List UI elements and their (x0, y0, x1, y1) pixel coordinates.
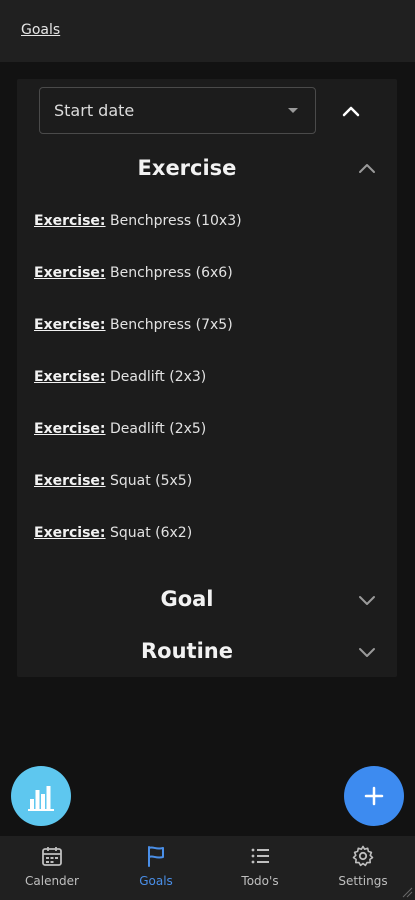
plus-icon (364, 786, 384, 806)
sort-order-toggle[interactable] (339, 100, 363, 124)
goals-panel: Start date Exercise Exercise: Benchpress… (17, 79, 397, 677)
exercise-link[interactable]: Exercise: (34, 525, 106, 541)
nav-label: Calender (25, 874, 79, 888)
exercise-link[interactable]: Exercise: (34, 317, 106, 333)
exercise-value: Squat (6x2) (109, 525, 193, 541)
section-exercise-header[interactable]: Exercise (17, 151, 397, 187)
section-goal-title: Goal (160, 587, 214, 611)
list-icon (251, 848, 269, 864)
section-routine-header[interactable]: Routine (17, 634, 397, 670)
list-item: Exercise: Deadlift (2x3) (34, 369, 374, 391)
exercise-link[interactable]: Exercise: (34, 421, 106, 437)
resize-grip-icon[interactable] (401, 886, 413, 898)
bar-chart-icon (28, 786, 54, 811)
calendar-icon (42, 847, 62, 866)
section-routine-title: Routine (141, 639, 233, 663)
gear-icon (352, 845, 374, 867)
statistics-fab[interactable] (11, 766, 71, 826)
exercise-link[interactable]: Exercise: (34, 213, 106, 229)
section-exercise-title: Exercise (137, 156, 237, 180)
exercise-link[interactable]: Exercise: (34, 369, 106, 385)
nav-item-settings[interactable]: Settings (311, 836, 415, 900)
section-goal-header[interactable]: Goal (17, 582, 397, 618)
exercise-value: Squat (5x5) (109, 473, 193, 489)
exercise-link[interactable]: Exercise: (34, 473, 106, 489)
top-app-bar: Goals (0, 0, 415, 62)
chevron-down-icon[interactable] (357, 590, 377, 610)
list-item: Exercise: Deadlift (2x5) (34, 421, 374, 443)
nav-label: Todo's (241, 874, 279, 888)
nav-item-todos[interactable]: Todo's (208, 836, 312, 900)
dropdown-arrow-icon (288, 108, 298, 113)
chevron-up-icon[interactable] (357, 159, 377, 179)
page-title-link[interactable]: Goals (21, 22, 60, 38)
nav-label: Goals (139, 874, 173, 888)
exercise-value: Deadlift (2x5) (109, 421, 207, 437)
list-item: Exercise: Squat (6x2) (34, 525, 374, 547)
chevron-down-icon[interactable] (357, 642, 377, 662)
chevron-up-icon (342, 106, 360, 117)
list-item: Exercise: Benchpress (10x3) (34, 213, 374, 235)
exercise-value: Benchpress (6x6) (109, 265, 233, 281)
flag-icon (148, 846, 164, 867)
nav-item-calender[interactable]: Calender (0, 836, 104, 900)
exercise-link[interactable]: Exercise: (34, 265, 106, 281)
exercise-value: Deadlift (2x3) (109, 369, 207, 385)
list-item: Exercise: Benchpress (7x5) (34, 317, 374, 339)
add-fab[interactable] (344, 766, 404, 826)
nav-label: Settings (338, 874, 388, 888)
list-item: Exercise: Squat (5x5) (34, 473, 374, 495)
sort-select[interactable]: Start date (39, 87, 316, 134)
exercise-value: Benchpress (10x3) (109, 213, 242, 229)
exercise-value: Benchpress (7x5) (109, 317, 233, 333)
nav-item-goals[interactable]: Goals (104, 836, 208, 900)
bottom-navigation: Calender Goals Todo's Settings (0, 836, 415, 900)
sort-select-value: Start date (54, 101, 135, 120)
list-item: Exercise: Benchpress (6x6) (34, 265, 374, 287)
